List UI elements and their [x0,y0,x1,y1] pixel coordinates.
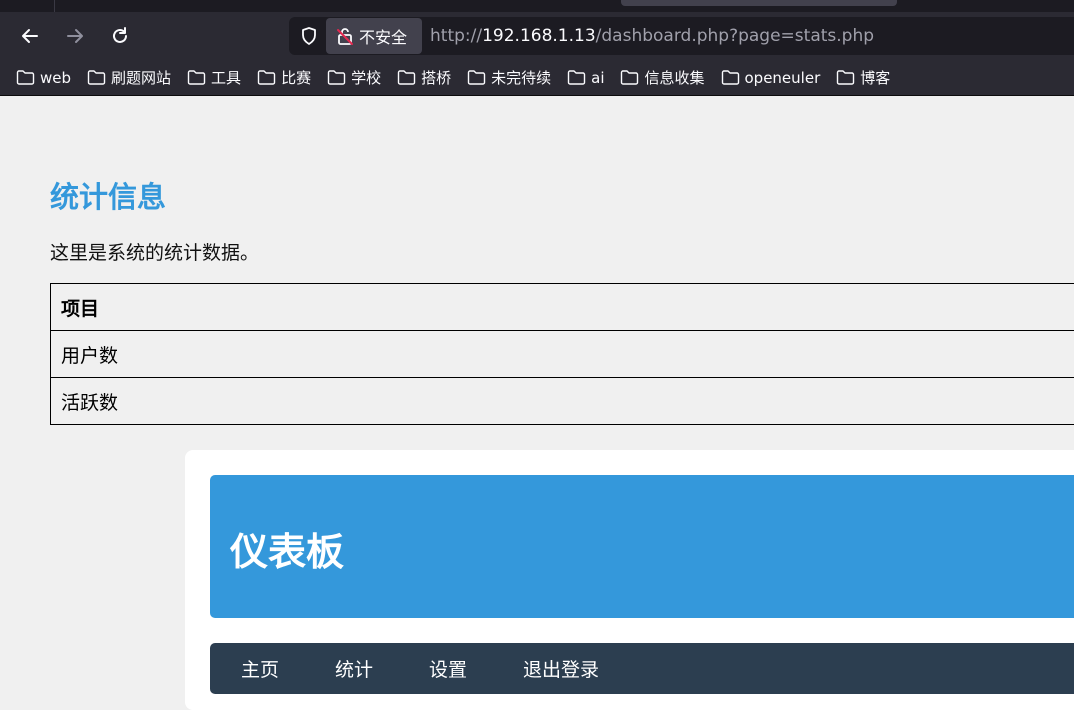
table-cell: 活跃数 [51,378,1074,425]
nav-link-logout[interactable]: 退出登录 [523,655,599,682]
nav-link-settings[interactable]: 设置 [429,655,467,682]
url-host: 192.168.1.13 [482,26,596,46]
bookmark-label: 工具 [211,67,241,88]
url-text[interactable]: http://192.168.1.13/dashboard.php?page=s… [430,26,874,46]
broken-lock-icon [335,26,355,46]
bookmark-item[interactable]: ai [567,69,604,87]
tab-separator [54,0,55,12]
bookmark-item[interactable]: 信息收集 [620,67,704,88]
arrow-right-icon [65,26,85,46]
bookmark-item[interactable]: openeuler [721,69,821,87]
table-header-row: 项目 [51,284,1074,331]
bookmark-label: 博客 [860,67,890,88]
bookmark-item[interactable]: 工具 [187,67,241,88]
navigation-toolbar: 不安全 http://192.168.1.13/dashboard.php?pa… [0,12,1074,60]
bookmark-item[interactable]: 未完待续 [467,67,551,88]
address-bar[interactable]: 不安全 http://192.168.1.13/dashboard.php?pa… [289,17,1074,55]
dashboard-nav: 主页 统计 设置 退出登录 [210,643,1074,694]
forward-button[interactable] [61,22,89,50]
bookmark-label: 刷题网站 [111,67,171,88]
bookmark-label: 搭桥 [421,67,451,88]
bookmark-item[interactable]: web [16,69,71,87]
bookmarks-toolbar: web 刷题网站 工具 比赛 学校 搭桥 未完待续 ai 信息收集 openeuler 博客 [0,60,1074,96]
back-button[interactable] [16,22,44,50]
bookmark-label: 学校 [351,67,381,88]
bookmark-label: ai [591,69,604,87]
folder-icon [567,69,586,86]
stats-table: 项目 用户数 活跃数 [50,283,1074,425]
insecure-connection-button[interactable]: 不安全 [326,18,422,54]
table-header-item: 项目 [51,284,1074,331]
folder-icon [327,69,346,86]
bookmark-item[interactable]: 刷题网站 [87,67,171,88]
tab-active-edge[interactable] [621,0,897,6]
stats-description: 这里是系统的统计数据。 [50,238,259,265]
folder-icon [836,69,855,86]
table-row: 活跃数 [51,378,1074,425]
reload-icon [110,26,130,46]
bookmark-label: openeuler [745,69,821,87]
insecure-label: 不安全 [359,24,407,48]
bookmark-label: 未完待续 [491,67,551,88]
url-scheme: http:// [430,26,482,46]
nav-link-home[interactable]: 主页 [241,655,279,682]
reload-button[interactable] [106,22,134,50]
nav-link-stats[interactable]: 统计 [335,655,373,682]
url-path: /dashboard.php?page=stats.php [596,26,874,46]
bookmark-item[interactable]: 博客 [836,67,890,88]
folder-icon [16,69,35,86]
folder-icon [467,69,486,86]
tracking-shield-icon[interactable] [299,26,319,46]
bookmark-label: web [40,69,71,87]
bookmark-label: 信息收集 [644,67,704,88]
bookmark-item[interactable]: 学校 [327,67,381,88]
table-row: 用户数 [51,331,1074,378]
folder-icon [257,69,276,86]
folder-icon [721,69,740,86]
folder-icon [397,69,416,86]
folder-icon [87,69,106,86]
tab-strip [0,0,1074,12]
table-cell: 用户数 [51,331,1074,378]
dashboard-title: 仪表板 [230,521,344,576]
bookmark-item[interactable]: 比赛 [257,67,311,88]
folder-icon [620,69,639,86]
folder-icon [187,69,206,86]
bookmark-label: 比赛 [281,67,311,88]
arrow-left-icon [20,26,40,46]
dashboard-header: 仪表板 [210,475,1074,618]
dashboard-card: 仪表板 主页 统计 设置 退出登录 [185,450,1074,710]
bookmark-item[interactable]: 搭桥 [397,67,451,88]
stats-title: 统计信息 [50,174,166,216]
